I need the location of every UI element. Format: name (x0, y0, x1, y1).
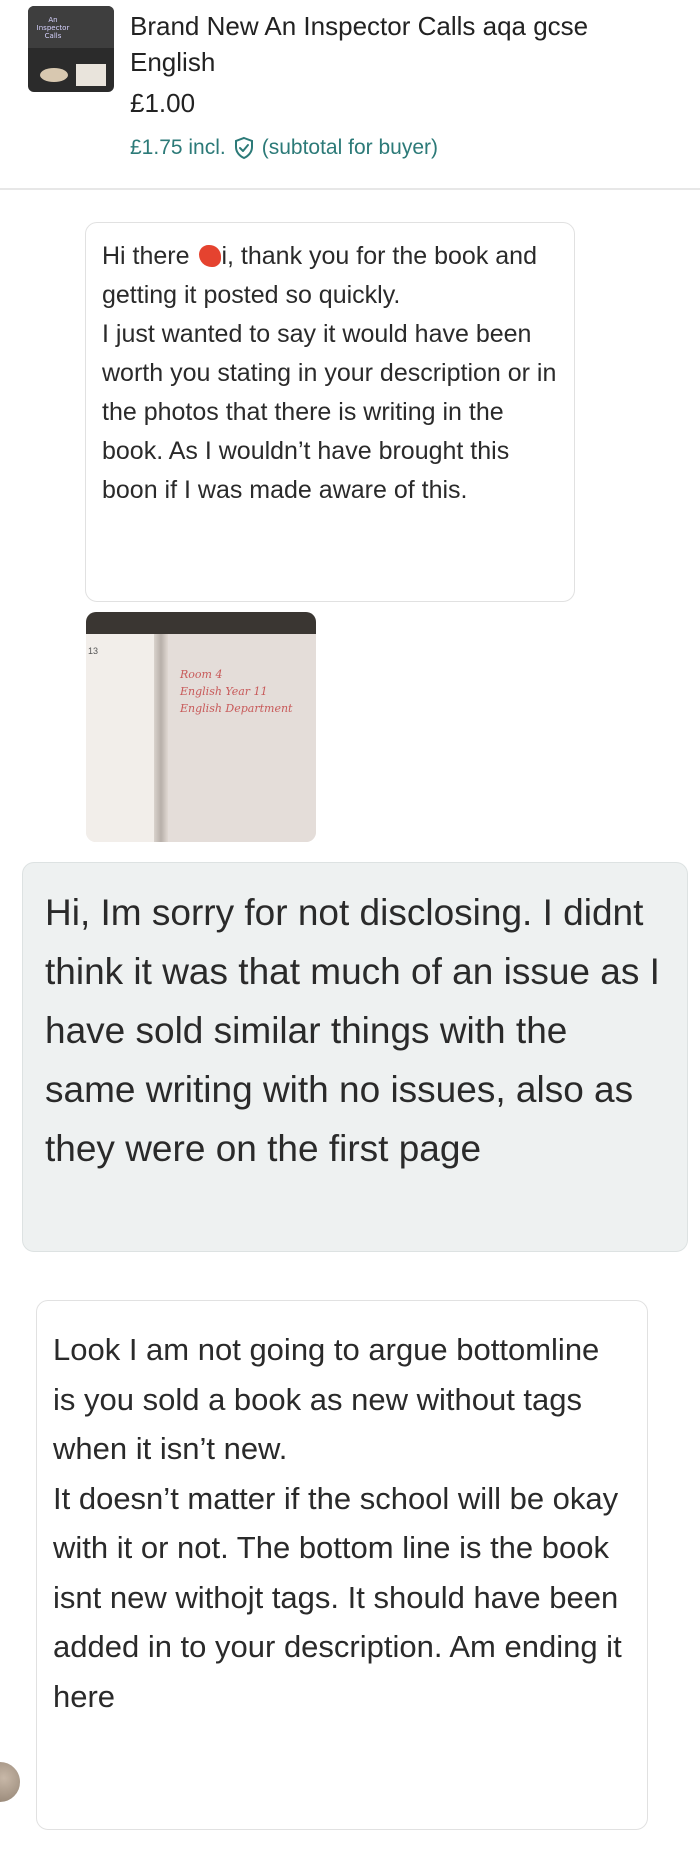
header-divider (0, 188, 700, 190)
photo-page-number: 13 (88, 646, 99, 656)
photo-page-gutter (154, 634, 168, 842)
listing-title[interactable]: Brand New An Inspector Calls aqa gcse En… (130, 8, 670, 80)
handwriting-line: Room 4 (180, 668, 223, 681)
message-bubble-seller: Hi, Im sorry for not disclosing. I didnt… (22, 862, 688, 1252)
buyer-protection-price[interactable]: £1.75 incl. (subtotal for buyer) (130, 136, 438, 160)
buyer-total: £1.75 incl. (130, 136, 226, 159)
message-text: Look I am not going to argue bottomline … (53, 1332, 622, 1714)
handwriting-line: English Department (180, 702, 293, 715)
message-bubble-buyer-2: Look I am not going to argue bottomline … (36, 1300, 648, 1830)
message-text-part: Hi there (102, 242, 197, 270)
handwriting-line: English Year 11 (180, 685, 268, 698)
message-text: Hi there i, thank you for the book and g… (102, 237, 558, 510)
message-text-part: i, thank you for the book and getting it… (102, 242, 557, 504)
cover-title: An Inspector Calls (36, 16, 70, 40)
shield-check-icon (234, 136, 253, 160)
photo-book-edge (86, 612, 316, 634)
redacted-name-mark (199, 245, 222, 267)
message-photo[interactable]: 13 Room 4 English Year 11 English Depart… (86, 612, 316, 842)
message-text: Hi, Im sorry for not disclosing. I didnt… (45, 892, 671, 1169)
avatar[interactable] (0, 1760, 22, 1804)
listing-header[interactable]: An Inspector Calls Brand New An Inspecto… (0, 0, 700, 190)
message-bubble-buyer-1: Hi there i, thank you for the book and g… (85, 222, 575, 602)
cover-art (40, 68, 68, 82)
cover-sub (76, 64, 106, 86)
buyer-total-note: (subtotal for buyer) (261, 136, 438, 159)
photo-handwriting: Room 4 English Year 11 English Departmen… (180, 666, 300, 717)
listing-thumbnail[interactable]: An Inspector Calls (28, 6, 114, 92)
listing-price: £1.00 (130, 88, 196, 118)
photo-left-page (86, 634, 164, 842)
